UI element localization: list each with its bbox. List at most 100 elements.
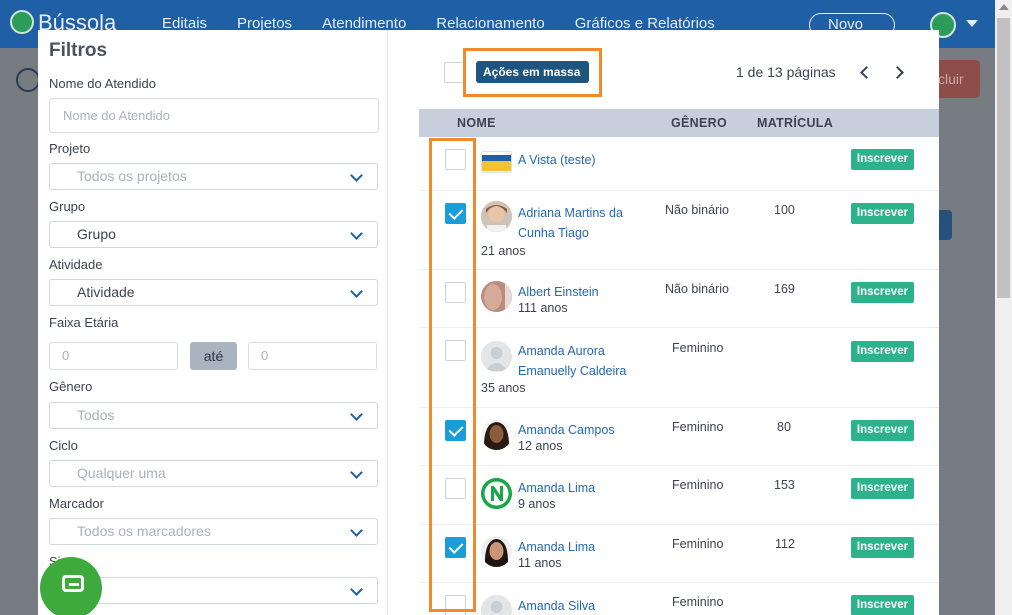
faixa-separator: até xyxy=(190,342,237,370)
row-gender: Feminino xyxy=(672,595,724,609)
row-gender: Não binário xyxy=(665,203,729,217)
table-row: Adriana Martins da Cunha Tiago 21 anos N… xyxy=(419,191,939,270)
row-gender: Feminino xyxy=(672,478,724,492)
compass-logo-icon xyxy=(10,10,34,34)
chevron-down-icon xyxy=(350,169,363,182)
nome-label: Nome do Atendido xyxy=(49,76,156,91)
marcador-value: Todos os marcadores xyxy=(77,523,211,539)
inscrever-button[interactable]: Inscrever xyxy=(851,478,914,499)
faixa-label: Faixa Etária xyxy=(49,315,119,330)
background-blue-button xyxy=(938,210,952,240)
default-user-icon xyxy=(481,595,512,615)
projeto-label: Projeto xyxy=(49,141,91,156)
table-row: A Vista (teste) Inscrever xyxy=(419,137,939,191)
genero-value: Todos xyxy=(77,407,115,423)
header-genero: GÊNERO xyxy=(671,116,727,130)
row-name-link[interactable]: Amanda Silva xyxy=(518,596,638,615)
chevron-down-icon xyxy=(350,227,363,240)
user-menu-caret-icon[interactable] xyxy=(966,20,978,27)
row-name-link[interactable]: A Vista (teste) xyxy=(518,150,638,170)
chevron-left-icon[interactable] xyxy=(860,66,873,79)
scroll-up-arrow-icon[interactable] xyxy=(999,4,1009,10)
table-row: Amanda Silva Feminino Inscrever xyxy=(419,583,939,615)
atividade-label: Atividade xyxy=(49,257,103,272)
table-row: Amanda Aurora Emanuelly Caldeira 35 anos… xyxy=(419,328,939,408)
row-matricula: 100 xyxy=(774,203,795,217)
grupo-value: Grupo xyxy=(77,226,116,242)
marcador-select[interactable]: Todos os marcadores xyxy=(49,518,378,545)
pagination-label: 1 de 13 páginas xyxy=(736,64,836,80)
ciclo-select[interactable]: Qualquer uma xyxy=(49,460,378,487)
avatar xyxy=(481,281,512,312)
inscrever-button[interactable]: Inscrever xyxy=(851,420,914,441)
nome-input[interactable]: Nome do Atendido xyxy=(49,98,379,133)
chevron-down-icon xyxy=(350,408,363,421)
back-arrow-icon xyxy=(16,68,40,92)
atividade-value: Atividade xyxy=(77,284,135,300)
row-gender: Feminino xyxy=(672,537,724,551)
row-matricula: 112 xyxy=(775,537,795,551)
row-age: 21 anos xyxy=(481,244,526,258)
chevron-down-icon xyxy=(350,524,363,537)
header-matricula: MATRÍCULA xyxy=(757,116,834,130)
projeto-select[interactable]: Todos os projetos xyxy=(49,163,378,190)
projeto-value: Todos os projetos xyxy=(77,168,187,184)
inscrever-button[interactable]: Inscrever xyxy=(851,149,914,170)
inscrever-button[interactable]: Inscrever xyxy=(851,203,914,224)
enroll-modal: Filtros Nome do Atendido Nome do Atendid… xyxy=(38,30,939,615)
row-name-link[interactable]: Amanda Lima xyxy=(518,478,638,498)
table-row: Albert Einstein 111 anos Não binário 169… xyxy=(419,270,939,328)
marcador-label: Marcador xyxy=(49,496,104,511)
avatar xyxy=(481,201,512,232)
select-all-checkbox[interactable] xyxy=(444,62,465,83)
row-name-link[interactable]: Amanda Campos xyxy=(518,420,638,440)
checkbox-column-highlight xyxy=(429,138,476,612)
table-row: Amanda Lima 9 anos Feminino 153 Inscreve… xyxy=(419,466,939,525)
chevron-down-icon xyxy=(350,466,363,479)
row-matricula: 153 xyxy=(774,478,795,492)
inscrever-button[interactable]: Inscrever xyxy=(851,537,914,558)
page-scrollbar-thumb[interactable] xyxy=(997,18,1010,298)
card-avatar-icon xyxy=(481,151,512,173)
row-gender: Feminino xyxy=(672,341,724,355)
bulk-actions-highlight xyxy=(463,48,602,97)
ciclo-value: Qualquer uma xyxy=(77,465,166,481)
filters-title: Filtros xyxy=(49,40,108,61)
faixa-max-input[interactable]: 0 xyxy=(248,342,377,370)
row-matricula: 80 xyxy=(777,420,791,434)
filters-panel: Filtros Nome do Atendido Nome do Atendid… xyxy=(38,30,388,615)
n-logo-icon xyxy=(481,478,512,509)
avatar xyxy=(481,419,512,450)
chevron-right-icon[interactable] xyxy=(891,66,904,79)
avatar xyxy=(481,536,512,567)
table-header: NOME GÊNERO MATRÍCULA xyxy=(419,109,939,137)
chevron-down-icon xyxy=(350,583,363,596)
atividade-select[interactable]: Atividade xyxy=(49,279,378,306)
row-name-link[interactable]: Amanda Aurora Emanuelly Caldeira xyxy=(518,341,638,381)
chat-button[interactable] xyxy=(40,557,102,615)
row-gender: Não binário xyxy=(665,282,729,296)
row-name-link[interactable]: Amanda Lima xyxy=(518,537,638,557)
row-age: 35 anos xyxy=(481,381,526,395)
default-user-icon xyxy=(481,341,512,372)
row-matricula: 169 xyxy=(774,282,795,296)
faixa-min-input[interactable]: 0 xyxy=(49,342,178,370)
grupo-label: Grupo xyxy=(49,199,86,214)
grupo-select[interactable]: Grupo xyxy=(49,221,378,248)
row-age: 12 anos xyxy=(518,439,563,453)
table-row: Amanda Lima 11 anos Feminino 112 Inscrev… xyxy=(419,525,939,583)
chat-icon xyxy=(62,575,84,592)
row-age: 11 anos xyxy=(518,556,562,570)
genero-label: Gênero xyxy=(49,379,93,394)
inscrever-button[interactable]: Inscrever xyxy=(851,595,914,615)
row-age: 9 anos xyxy=(518,497,556,511)
row-name-link[interactable]: Adriana Martins da Cunha Tiago xyxy=(518,203,638,243)
genero-select[interactable]: Todos xyxy=(49,402,378,429)
inscrever-button[interactable]: Inscrever xyxy=(851,282,914,303)
chevron-down-icon xyxy=(350,285,363,298)
header-nome: NOME xyxy=(457,116,496,130)
row-name-link[interactable]: Albert Einstein xyxy=(518,282,638,302)
inscrever-button[interactable]: Inscrever xyxy=(851,341,914,362)
atendidos-list: Ações em massa 1 de 13 páginas NOME GÊNE… xyxy=(389,30,939,615)
ciclo-label: Ciclo xyxy=(49,438,78,453)
